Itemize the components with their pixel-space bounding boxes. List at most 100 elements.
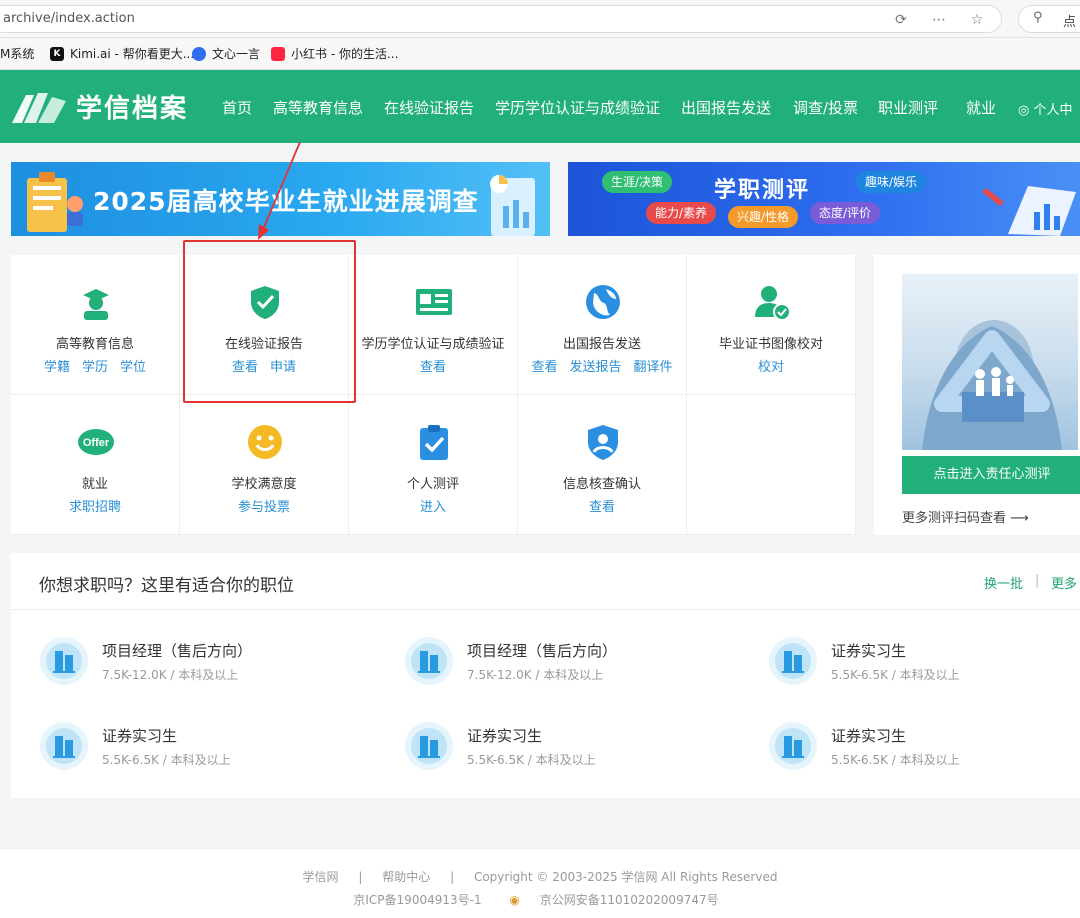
search-text: 点 (1063, 15, 1077, 30)
link-proofread[interactable]: 校对 (758, 360, 784, 375)
service-links: 进入 (349, 496, 517, 515)
kimi-favicon-icon: K (50, 46, 64, 61)
more-tests-link[interactable]: 更多测评扫码查看 ⟶ (902, 507, 1029, 526)
job-title: 证券实习生 (831, 727, 907, 745)
service-title: 个人测评 (406, 477, 459, 492)
clipboard-check-icon (420, 425, 448, 460)
nav-overseas-report[interactable]: 出国报告发送 (681, 97, 771, 118)
nav-employment[interactable]: 就业 (966, 97, 996, 118)
pill-attitude: 态度/评价 (810, 202, 881, 224)
xiaohongshu-favicon-icon (271, 46, 285, 61)
responsibility-test-button[interactable]: 点击进入责任心测评 (902, 456, 1080, 494)
offer-icon: Offer (78, 429, 114, 455)
service-title: 出国报告发送 (562, 337, 641, 352)
service-online-report[interactable]: 在线验证报告 查看 申请 (180, 255, 349, 395)
building-icon (405, 722, 453, 770)
refresh-jobs-button[interactable]: 换一批 (984, 573, 1023, 592)
job-item[interactable]: 证券实习生 5.5K-6.5K / 本科及以上 (404, 721, 744, 781)
globe-icon (586, 285, 620, 319)
bookmark-m-system[interactable]: M系统 (0, 45, 34, 62)
service-title: 信息核查确认 (562, 477, 641, 492)
service-title: 毕业证书图像校对 (718, 337, 823, 352)
service-certificate-image[interactable]: 毕业证书图像校对 校对 (687, 255, 856, 395)
job-item[interactable]: 证券实习生 5.5K-6.5K / 本科及以上 (39, 721, 379, 781)
nav-survey-vote[interactable]: 调查/投票 (793, 97, 858, 118)
service-employment[interactable]: Offer 就业 求职招聘 (11, 395, 180, 535)
link-job-recruit[interactable]: 求职招聘 (69, 500, 121, 515)
service-overseas-report[interactable]: 出国报告发送 查看 发送报告 翻译件 (518, 255, 687, 395)
footer-copyright: Copyright © 2003-2025 学信网 All Rights Res… (473, 870, 778, 884)
link-apply-report[interactable]: 申请 (270, 360, 296, 375)
job-item[interactable]: 证券实习生 5.5K-6.5K / 本科及以上 (768, 636, 1080, 696)
more-jobs-link[interactable]: 更多 (1051, 573, 1077, 592)
career-test-banner[interactable]: 生涯/决策 学职测评 趣味/娱乐 能力/素养 兴趣/性格 态度/评价 (568, 162, 1080, 236)
user-check-icon (755, 286, 791, 321)
service-links: 参与投票 (180, 496, 348, 515)
side-promo-image[interactable] (902, 274, 1078, 450)
link-view-verification[interactable]: 查看 (420, 360, 446, 375)
link-student-status[interactable]: 学籍 (44, 360, 70, 375)
footer-icp[interactable]: 京ICP备19004913号-1 (353, 893, 481, 907)
footer-divider: | (358, 870, 363, 884)
job-meta: 5.5K-6.5K / 本科及以上 (102, 753, 231, 767)
bookmark-kimi[interactable]: K Kimi.ai - 帮你看更大... (50, 45, 194, 62)
footer-police[interactable]: ◉ 京公网安备11010202009747号 (501, 893, 726, 907)
link-view-report[interactable]: 查看 (232, 360, 258, 375)
job-meta: 5.5K-6.5K / 本科及以上 (831, 668, 960, 682)
bookmark-label: Kimi.ai - 帮你看更大... (70, 47, 195, 61)
pill-career-decision: 生涯/决策 (602, 171, 673, 193)
user-circle-icon: ◎ (1018, 103, 1034, 118)
link-send-report[interactable]: 发送报告 (569, 360, 621, 375)
service-info-check[interactable]: 信息核查确认 查看 (518, 395, 687, 535)
footer-links: 学信网 | 帮助中心 | Copyright © 2003-2025 学信网 A… (0, 868, 1080, 885)
job-item[interactable]: 项目经理（售后方向） 7.5K-12.0K / 本科及以上 (404, 636, 744, 696)
link-degree[interactable]: 学位 (120, 360, 146, 375)
more-options-icon[interactable]: ⋯ (929, 10, 949, 30)
address-bar[interactable]: archive/index.action ⟳ ⋯ ☆ (0, 5, 1002, 33)
nav-personal-center[interactable]: ◎ 个人中 (1018, 99, 1073, 118)
nav-career-test[interactable]: 职业测评 (878, 97, 938, 118)
family-hands-illustration-icon (922, 320, 1062, 450)
service-links: 查看 发送报告 翻译件 (518, 356, 686, 375)
service-personal-test[interactable]: 个人测评 进入 (349, 395, 518, 535)
chart-illustration-icon (490, 175, 535, 236)
browser-search-box[interactable]: ⚲ 点 (1018, 5, 1080, 33)
job-item[interactable]: 证券实习生 5.5K-6.5K / 本科及以上 (768, 721, 1080, 781)
service-degree-verification[interactable]: 学历学位认证与成绩验证 查看 (349, 255, 518, 395)
nav-higher-education[interactable]: 高等教育信息 (273, 97, 363, 118)
pill-fun-entertainment: 趣味/娱乐 (856, 171, 927, 193)
link-enter-test[interactable]: 进入 (420, 500, 446, 515)
link-education[interactable]: 学历 (82, 360, 108, 375)
footer-link-help[interactable]: 帮助中心 (382, 870, 430, 884)
side-test-card: 点击进入责任心测评 更多测评扫码查看 ⟶ (874, 255, 1080, 535)
building-icon (40, 722, 88, 770)
annotation-arrow-icon (258, 141, 301, 240)
site-header: 学信档案 首页 高等教育信息 在线验证报告 学历学位认证与成绩验证 出国报告发送… (0, 70, 1080, 143)
footer-police-text: 京公网安备11010202009747号 (539, 893, 719, 907)
link-translation[interactable]: 翻译件 (634, 360, 673, 375)
bookmark-xiaohongshu[interactable]: 小红书 - 你的生活... (271, 45, 398, 62)
bookmark-star-icon[interactable]: ☆ (967, 10, 987, 30)
service-title: 就业 (81, 477, 108, 492)
service-school-satisfaction[interactable]: 学校满意度 参与投票 (180, 395, 349, 535)
link-vote[interactable]: 参与投票 (238, 500, 290, 515)
nav-home[interactable]: 首页 (222, 97, 252, 118)
service-higher-education[interactable]: 高等教育信息 学籍 学历 学位 (11, 255, 180, 395)
building-icon (40, 637, 88, 685)
link-view-check[interactable]: 查看 (589, 500, 615, 515)
link-view-overseas[interactable]: 查看 (531, 360, 557, 375)
service-links: 求职招聘 (11, 496, 179, 515)
jobs-divider (11, 609, 1080, 610)
bookmark-wenxin[interactable]: 文心一言 (192, 45, 260, 62)
footer-link-chsi[interactable]: 学信网 (303, 870, 339, 884)
nav-online-report[interactable]: 在线验证报告 (384, 97, 474, 118)
nav-degree-verification[interactable]: 学历学位认证与成绩验证 (495, 97, 660, 118)
job-title: 证券实习生 (467, 727, 543, 745)
nav-personal-label: 个人中 (1033, 103, 1073, 118)
site-logo[interactable]: 学信档案 (10, 88, 188, 125)
jobs-ctrl-divider: | (1035, 573, 1040, 588)
job-item[interactable]: 项目经理（售后方向） 7.5K-12.0K / 本科及以上 (39, 636, 379, 696)
career-test-banner-title: 学职测评 (714, 178, 811, 203)
refresh-icon[interactable]: ⟳ (891, 10, 911, 30)
job-title: 项目经理（售后方向） (467, 642, 618, 660)
